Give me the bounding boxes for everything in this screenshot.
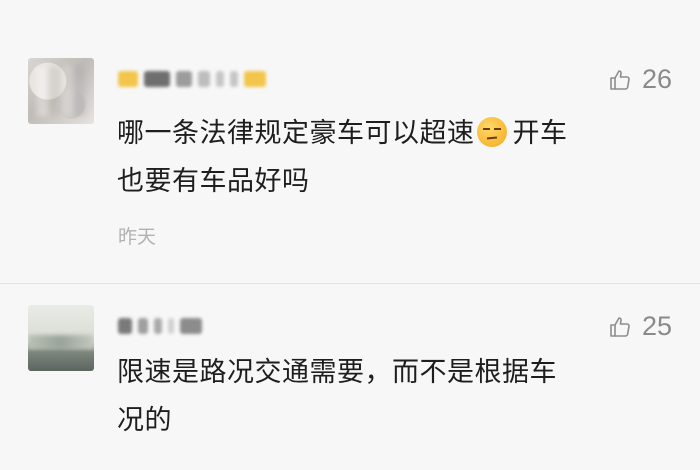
name-emoji-blur <box>118 71 138 87</box>
comment-text-line: 也要有车品好吗 <box>117 166 310 197</box>
comment-item: 25 限速是路况交通需要，而不是根据车 况的 <box>0 305 700 470</box>
name-text-blur <box>230 71 238 87</box>
like-button[interactable]: 25 <box>608 311 672 342</box>
name-text-blur <box>180 318 202 334</box>
avatar[interactable] <box>28 305 94 371</box>
name-text-blur <box>216 71 224 87</box>
comment-item: 26 哪一条法律规定豪车可以超速 开车 也要有车品好吗 昨天 <box>0 58 700 268</box>
like-count: 25 <box>641 311 672 341</box>
avatar[interactable] <box>28 58 94 124</box>
comment-time: 昨天 <box>118 226 157 248</box>
thumbs-up-icon <box>608 68 632 92</box>
username-blurred[interactable] <box>118 66 266 92</box>
name-text-blur <box>198 71 210 87</box>
comment-text-line: 限速是路况交通需要，而不是根据车 <box>117 357 557 388</box>
name-text-blur <box>176 71 192 87</box>
name-text-blur <box>138 318 148 334</box>
name-text-blur <box>168 318 174 334</box>
comment-text-segment: 开车 <box>512 118 568 149</box>
comment-text: 限速是路况交通需要，而不是根据车 况的 <box>117 349 677 445</box>
thumbs-up-icon <box>608 315 632 339</box>
name-text-blur <box>154 318 162 334</box>
like-button[interactable]: 26 <box>608 64 672 95</box>
like-count: 26 <box>641 64 672 94</box>
comment-text-line: 哪一条法律规定豪车可以超速 <box>117 118 475 149</box>
name-text-blur <box>118 318 132 334</box>
divider <box>0 283 700 284</box>
name-emoji-blur <box>244 71 266 87</box>
username-blurred[interactable] <box>118 313 202 339</box>
comments-page: 26 哪一条法律规定豪车可以超速 开车 也要有车品好吗 昨天 25 限速是路况交… <box>0 0 700 470</box>
comment-text-line: 况的 <box>117 405 172 436</box>
comment-text: 哪一条法律规定豪车可以超速 开车 也要有车品好吗 <box>117 110 677 206</box>
name-text-blur <box>144 71 170 87</box>
unamused-face-emoji-icon <box>476 117 507 147</box>
